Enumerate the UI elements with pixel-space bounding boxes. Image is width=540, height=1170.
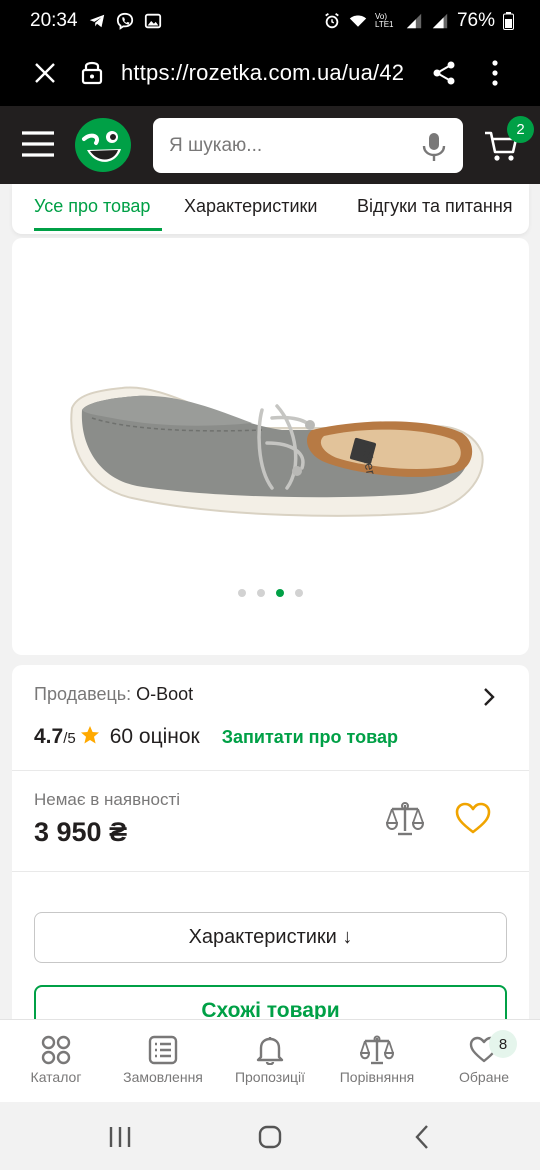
- close-icon[interactable]: [34, 62, 56, 84]
- status-bar: 20:34 Vo) LTE1 76%: [0, 0, 540, 42]
- divider: [12, 770, 529, 771]
- nav-offers-label: Пропозиції: [234, 1069, 306, 1085]
- nav-compare[interactable]: Порівняння: [330, 1020, 424, 1103]
- nav-favorites-label: Обране: [459, 1069, 509, 1085]
- gallery-icon: [144, 13, 161, 29]
- lock-icon[interactable]: [81, 59, 103, 85]
- recent-apps-icon[interactable]: [108, 1126, 132, 1148]
- product-image[interactable]: rieker: [62, 348, 492, 528]
- gallery-dot[interactable]: [238, 589, 246, 597]
- nav-catalog[interactable]: Каталог: [22, 1020, 90, 1103]
- nav-orders-label: Замовлення: [123, 1069, 203, 1085]
- telegram-icon: [89, 14, 104, 28]
- seller-name[interactable]: O-Boot: [136, 684, 193, 704]
- rating-max: /5: [63, 730, 76, 747]
- nav-catalog-label: Каталог: [30, 1069, 82, 1085]
- more-menu-icon[interactable]: [491, 60, 499, 86]
- characteristics-button[interactable]: Характеристики ↓: [34, 912, 507, 963]
- reviews-count[interactable]: 60 оцінок: [110, 725, 200, 749]
- site-header: 2: [0, 106, 540, 184]
- bell-icon: [256, 1037, 284, 1065]
- chevron-right-icon[interactable]: [482, 687, 496, 707]
- nav-orders[interactable]: Замовлення: [113, 1020, 213, 1103]
- gallery-dot[interactable]: [295, 589, 303, 597]
- browser-toolbar: https://rozetka.com.ua/ua/42: [0, 42, 540, 106]
- bottom-navigation: Каталог Замовлення Пропозиції Порівняння…: [0, 1019, 540, 1102]
- availability-status: Немає в наявності: [34, 790, 181, 809]
- signal-icon-1: [406, 13, 422, 29]
- cart-count-badge[interactable]: 2: [507, 116, 534, 143]
- battery-percent: 76%: [456, 10, 495, 31]
- rating-row: 4.7 /5 60 оцінок Запитати про товар: [34, 723, 398, 749]
- url-bar[interactable]: https://rozetka.com.ua/ua/42: [121, 60, 411, 86]
- viber-icon: [116, 12, 133, 30]
- nav-compare-label: Порівняння: [339, 1069, 415, 1085]
- orders-icon: [148, 1035, 178, 1065]
- gallery-pagination[interactable]: [12, 589, 529, 597]
- nav-offers[interactable]: Пропозиції: [225, 1020, 315, 1103]
- active-tab-indicator: [34, 228, 162, 231]
- share-icon[interactable]: [432, 60, 456, 86]
- compare-scales-icon[interactable]: [386, 801, 424, 837]
- tab-characteristics[interactable]: Характеристики: [184, 196, 317, 217]
- battery-icon: [503, 12, 514, 30]
- catalog-icon: [41, 1035, 71, 1065]
- signal-icon-2: [432, 13, 448, 29]
- gallery-dot[interactable]: [257, 589, 265, 597]
- favorites-count-badge[interactable]: 8: [489, 1030, 517, 1058]
- product-price: 3 950 ₴: [34, 817, 128, 847]
- network-label: Vo) LTE1: [374, 12, 394, 29]
- seller-row[interactable]: Продавець: O-Boot: [34, 684, 193, 705]
- rozetka-logo[interactable]: [74, 117, 132, 173]
- gallery-dot-active[interactable]: [276, 589, 284, 597]
- status-time: 20:34: [30, 10, 78, 31]
- tab-reviews[interactable]: Відгуки та питання: [357, 196, 513, 217]
- product-gallery[interactable]: rieker: [12, 238, 529, 655]
- search-input[interactable]: [169, 118, 409, 173]
- home-icon[interactable]: [258, 1125, 282, 1149]
- star-icon: [80, 726, 99, 744]
- wifi-icon: [349, 15, 367, 27]
- system-navigation-bar: [0, 1102, 540, 1170]
- heart-icon[interactable]: [455, 801, 491, 837]
- hamburger-menu-icon[interactable]: [22, 130, 54, 158]
- alarm-icon: [325, 13, 339, 29]
- divider: [12, 871, 529, 872]
- tab-all-about-product[interactable]: Усе про товар: [34, 196, 150, 217]
- ask-about-product-link[interactable]: Запитати про товар: [222, 727, 398, 748]
- back-icon[interactable]: [414, 1124, 430, 1150]
- product-tabs: Усе про товар Характеристики Відгуки та …: [12, 184, 529, 234]
- product-info-card: Продавець: O-Boot 4.7 /5 60 оцінок Запит…: [12, 665, 529, 1045]
- microphone-icon[interactable]: [422, 132, 446, 162]
- search-box[interactable]: [153, 118, 463, 173]
- rating-value: 4.7: [34, 725, 64, 748]
- compare-icon: [360, 1035, 394, 1065]
- seller-label: Продавець:: [34, 684, 132, 704]
